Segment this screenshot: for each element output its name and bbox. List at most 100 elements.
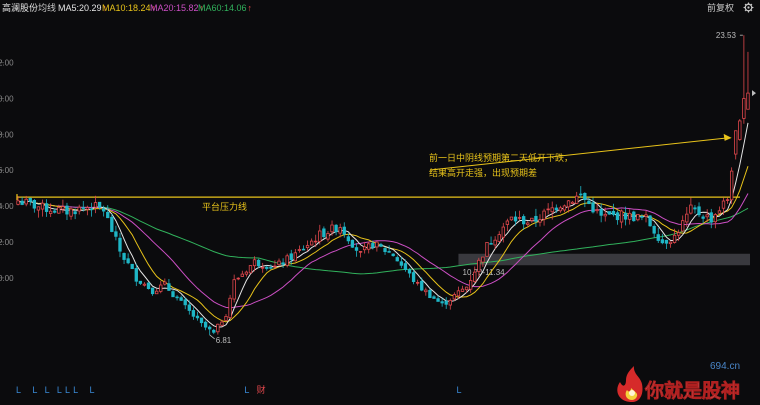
candle[interactable]: [350, 239, 355, 248]
candle[interactable]: [689, 197, 693, 215]
candle[interactable]: [326, 230, 330, 242]
candle[interactable]: [448, 298, 452, 310]
event-marker[interactable]: L: [456, 385, 461, 395]
event-marker[interactable]: L: [16, 385, 21, 395]
candle[interactable]: [497, 231, 501, 243]
candle[interactable]: [232, 274, 236, 303]
candle[interactable]: [130, 263, 134, 270]
candle[interactable]: [265, 265, 269, 271]
event-marker[interactable]: L: [32, 385, 37, 395]
candle[interactable]: [587, 197, 591, 205]
candle[interactable]: [538, 214, 542, 227]
candle[interactable]: [126, 253, 130, 265]
candle[interactable]: [717, 206, 722, 215]
candle[interactable]: [305, 240, 310, 252]
event-markers[interactable]: LLLLLLLL财L: [16, 384, 461, 395]
candle[interactable]: [179, 295, 183, 301]
candle[interactable]: [334, 224, 338, 236]
candle[interactable]: [175, 295, 179, 301]
candle[interactable]: [583, 192, 587, 208]
candle[interactable]: [619, 209, 624, 229]
candle[interactable]: [199, 317, 204, 327]
candle[interactable]: [485, 241, 489, 257]
candle[interactable]: [93, 195, 98, 214]
candle[interactable]: [729, 167, 734, 205]
candle[interactable]: [611, 203, 616, 217]
candle[interactable]: [118, 232, 122, 258]
candle[interactable]: [367, 241, 371, 254]
candle[interactable]: [415, 279, 420, 286]
event-marker[interactable]: 财: [257, 384, 266, 395]
candle[interactable]: [738, 118, 742, 141]
candle[interactable]: [546, 203, 550, 215]
candle[interactable]: [701, 214, 705, 224]
candle[interactable]: [322, 226, 326, 239]
candle[interactable]: [65, 202, 69, 221]
candle[interactable]: [530, 217, 534, 223]
candle[interactable]: [660, 233, 664, 245]
adjust-mode-button[interactable]: 前复权: [707, 0, 734, 16]
candle[interactable]: [236, 277, 240, 281]
candle[interactable]: [167, 278, 171, 291]
candle[interactable]: [599, 203, 603, 223]
candle[interactable]: [562, 204, 567, 213]
candle[interactable]: [444, 297, 448, 309]
candle[interactable]: [632, 210, 636, 222]
event-marker[interactable]: L: [65, 385, 70, 395]
candle[interactable]: [20, 197, 24, 206]
candle[interactable]: [269, 264, 273, 270]
candle[interactable]: [89, 202, 94, 217]
candle[interactable]: [509, 216, 514, 221]
candle[interactable]: [648, 215, 652, 227]
candle[interactable]: [505, 218, 510, 232]
candle[interactable]: [713, 213, 718, 229]
candle[interactable]: [318, 224, 322, 245]
candle[interactable]: [171, 290, 175, 298]
event-marker[interactable]: L: [57, 385, 62, 395]
candle[interactable]: [28, 197, 32, 206]
candle[interactable]: [138, 280, 143, 286]
candle[interactable]: [375, 241, 379, 252]
candle[interactable]: [77, 204, 81, 215]
candle[interactable]: [32, 199, 37, 213]
candle[interactable]: [240, 270, 244, 277]
candle[interactable]: [440, 298, 444, 307]
candle[interactable]: [746, 51, 750, 110]
candle[interactable]: [216, 323, 220, 335]
candle[interactable]: [146, 282, 151, 290]
candle[interactable]: [693, 205, 697, 214]
candle[interactable]: [36, 206, 41, 218]
candle[interactable]: [652, 224, 656, 238]
candle[interactable]: [354, 243, 359, 257]
candle[interactable]: [309, 238, 314, 246]
candle[interactable]: [628, 209, 632, 225]
candle[interactable]: [208, 325, 212, 335]
candle[interactable]: [395, 255, 399, 262]
candles[interactable]: [16, 35, 750, 335]
candle[interactable]: [44, 199, 49, 217]
candle[interactable]: [428, 288, 432, 299]
candle[interactable]: [212, 328, 216, 335]
indicator-mode[interactable]: 均线: [38, 0, 56, 16]
candle[interactable]: [383, 246, 387, 255]
candle[interactable]: [114, 225, 118, 241]
candle[interactable]: [570, 200, 575, 205]
candle[interactable]: [481, 256, 485, 267]
event-marker[interactable]: L: [73, 385, 78, 395]
candle[interactable]: [615, 210, 620, 225]
candle[interactable]: [155, 288, 159, 295]
candle[interactable]: [338, 223, 342, 238]
candle[interactable]: [122, 252, 126, 265]
candle[interactable]: [681, 215, 685, 232]
event-marker[interactable]: L: [45, 385, 50, 395]
candle[interactable]: [579, 186, 583, 198]
candle[interactable]: [261, 262, 265, 273]
candle[interactable]: [159, 280, 163, 294]
gear-icon[interactable]: [743, 2, 754, 13]
candle[interactable]: [607, 211, 611, 215]
candle[interactable]: [644, 210, 648, 223]
candle[interactable]: [668, 241, 673, 248]
candle[interactable]: [436, 295, 440, 302]
candle[interactable]: [534, 208, 538, 228]
candle[interactable]: [203, 320, 208, 331]
